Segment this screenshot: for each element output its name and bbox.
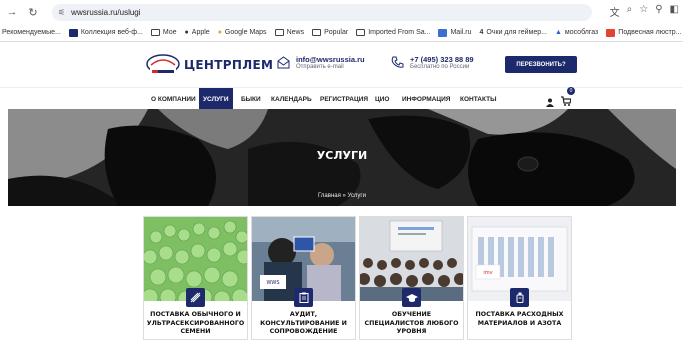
translate-icon[interactable]: 文 bbox=[610, 4, 620, 19]
card-title: ПОСТАВКА ОБЫЧНОГО И УЛЬТРАСЕКСИРОВАННОГО… bbox=[146, 311, 245, 335]
service-card-supplies[interactable]: imv ПОСТАВКА РАСХОДНЫХ МАТЕРИАЛОВ И АЗОТ… bbox=[467, 216, 572, 340]
zoom-icon[interactable]: ⌕ bbox=[627, 4, 633, 19]
lamp-icon bbox=[606, 28, 616, 37]
menu-item-bulls[interactable]: БЫКИ bbox=[237, 88, 265, 110]
service-card-training[interactable]: ОБУЧЕНИЕ СПЕЦИАЛИСТОВ ЛЮБОГО УРОВНЯ bbox=[359, 216, 464, 340]
bottle-icon bbox=[510, 288, 529, 307]
phone-number: +7 (495) 323 88 89 bbox=[410, 55, 474, 64]
bookmark-star-icon[interactable]: ☆ bbox=[639, 4, 648, 19]
folder-icon bbox=[356, 29, 366, 36]
browser-toolbar: → ↻ ⚟ wwsrussia.ru/uslugi 文 ⌕ ☆ ⚲ ◧ bbox=[0, 0, 683, 24]
menu-item-registration[interactable]: РЕГИСТРАЦИЯ bbox=[316, 88, 372, 110]
address-bar[interactable]: ⚟ wwsrussia.ru/uslugi bbox=[52, 4, 592, 21]
email-address: info@wwsrussia.ru bbox=[296, 55, 365, 64]
collection-icon bbox=[68, 28, 78, 37]
folder-icon bbox=[274, 29, 284, 36]
menu-item-contacts[interactable]: КОНТАКТЫ bbox=[456, 88, 500, 110]
callback-button[interactable]: ПЕРЕЗВОНИТЬ? bbox=[505, 56, 577, 73]
site-settings-icon[interactable]: ⚟ bbox=[58, 8, 65, 17]
menu-item-cio[interactable]: ЦИО bbox=[371, 88, 393, 110]
email-contact[interactable]: info@wwsrussia.ru Отправить e-mail bbox=[276, 55, 365, 70]
folder-icon bbox=[312, 29, 322, 36]
menu-item-about[interactable]: О КОМПАНИИ bbox=[147, 88, 200, 110]
card-title: ПОСТАВКА РАСХОДНЫХ МАТЕРИАЛОВ И АЗОТА bbox=[475, 311, 564, 327]
glasses-icon: 4 bbox=[479, 29, 484, 36]
bookmark-item[interactable]: Подвесная люстр... bbox=[606, 28, 681, 37]
bookmark-item[interactable]: Рекомендуемые... bbox=[2, 29, 61, 36]
clipboard-icon bbox=[294, 288, 313, 307]
apple-icon: ● bbox=[184, 29, 189, 36]
main-menu: О КОМПАНИИ УСЛУГИ БЫКИ КАЛЕНДАРЬ РЕГИСТР… bbox=[0, 87, 683, 110]
folder-icon bbox=[150, 29, 160, 36]
svg-text:imv: imv bbox=[483, 270, 492, 276]
bookmark-item[interactable]: ▲ мособлгаз bbox=[555, 29, 598, 36]
bookmark-item[interactable]: ● Apple bbox=[185, 29, 210, 36]
svg-text:WWS: WWS bbox=[266, 280, 279, 286]
page-title: УСЛУГИ bbox=[316, 149, 368, 162]
bookmark-item[interactable]: Мое bbox=[150, 29, 177, 36]
service-card-semen[interactable]: ПОСТАВКА ОБЫЧНОГО И УЛЬТРАСЕКСИРОВАННОГО… bbox=[143, 216, 248, 340]
url-text: wwsrussia.ru/uslugi bbox=[71, 8, 141, 17]
sidebar-icon[interactable]: ◧ bbox=[670, 4, 679, 19]
bookmark-item[interactable]: Popular bbox=[312, 29, 348, 36]
graduation-cap-icon bbox=[402, 288, 421, 307]
maps-icon: ● bbox=[217, 29, 222, 36]
mosoblgaz-icon: ▲ bbox=[554, 29, 562, 36]
site-logo[interactable]: ЦЕНТРПЛЕМ bbox=[145, 53, 273, 77]
bookmark-item[interactable]: Коллекция веб-ф... bbox=[68, 28, 143, 37]
bookmark-item[interactable]: ● Google Maps bbox=[218, 29, 267, 36]
card-title: АУДИТ, КОНСУЛЬТИРОВАНИЕ И СОПРОВОЖДЕНИЕ bbox=[260, 311, 347, 335]
service-card-audit[interactable]: WWS АУДИТ, КОНСУЛЬТИРОВАНИЕ И СОПРОВОЖДЕ… bbox=[251, 216, 356, 340]
mail-envelope-icon bbox=[277, 56, 290, 69]
cart-count-badge: 0 bbox=[567, 87, 575, 95]
reload-icon[interactable]: ↻ bbox=[24, 3, 42, 21]
card-title: ОБУЧЕНИЕ СПЕЦИАЛИСТОВ ЛЮБОГО УРОВНЯ bbox=[364, 311, 459, 335]
bookmark-item[interactable]: Mail.ru bbox=[438, 28, 471, 37]
bookmarks-bar: Рекомендуемые... Коллекция веб-ф... Мое … bbox=[0, 24, 683, 42]
email-subtext: Отправить e-mail bbox=[296, 64, 344, 70]
phone-subtext: Бесплатно по России bbox=[410, 64, 470, 70]
service-cards: ПОСТАВКА ОБЫЧНОГО И УЛЬТРАСЕКСИРОВАННОГО… bbox=[143, 216, 573, 340]
back-arrow-icon[interactable]: → bbox=[3, 3, 21, 21]
menu-item-services[interactable]: УСЛУГИ bbox=[199, 88, 233, 110]
menu-item-calendar[interactable]: КАЛЕНДАРЬ bbox=[267, 88, 316, 110]
bookmark-item[interactable]: Imported From Sa... bbox=[356, 29, 430, 36]
mail-icon bbox=[438, 28, 448, 37]
extensions-icon[interactable]: ⚲ bbox=[655, 4, 662, 19]
menu-item-information[interactable]: ИНФОРМАЦИЯ bbox=[398, 88, 454, 110]
phone-contact[interactable]: +7 (495) 323 88 89 Бесплатно по России bbox=[390, 55, 474, 70]
bookmark-item[interactable]: 4 Очки для геймер... bbox=[479, 29, 546, 36]
straws-icon bbox=[186, 288, 205, 307]
phone-icon bbox=[391, 56, 404, 68]
bookmark-item[interactable]: News bbox=[274, 29, 304, 36]
site-header: ЦЕНТРПЛЕМ info@wwsrussia.ru Отправить e-… bbox=[0, 42, 683, 87]
logo-emblem-icon bbox=[145, 53, 181, 77]
logo-text: ЦЕНТРПЛЕМ bbox=[184, 58, 274, 72]
breadcrumb[interactable]: Главная » Услуги bbox=[8, 193, 676, 199]
hero-banner: УСЛУГИ Главная » Услуги bbox=[8, 109, 676, 206]
